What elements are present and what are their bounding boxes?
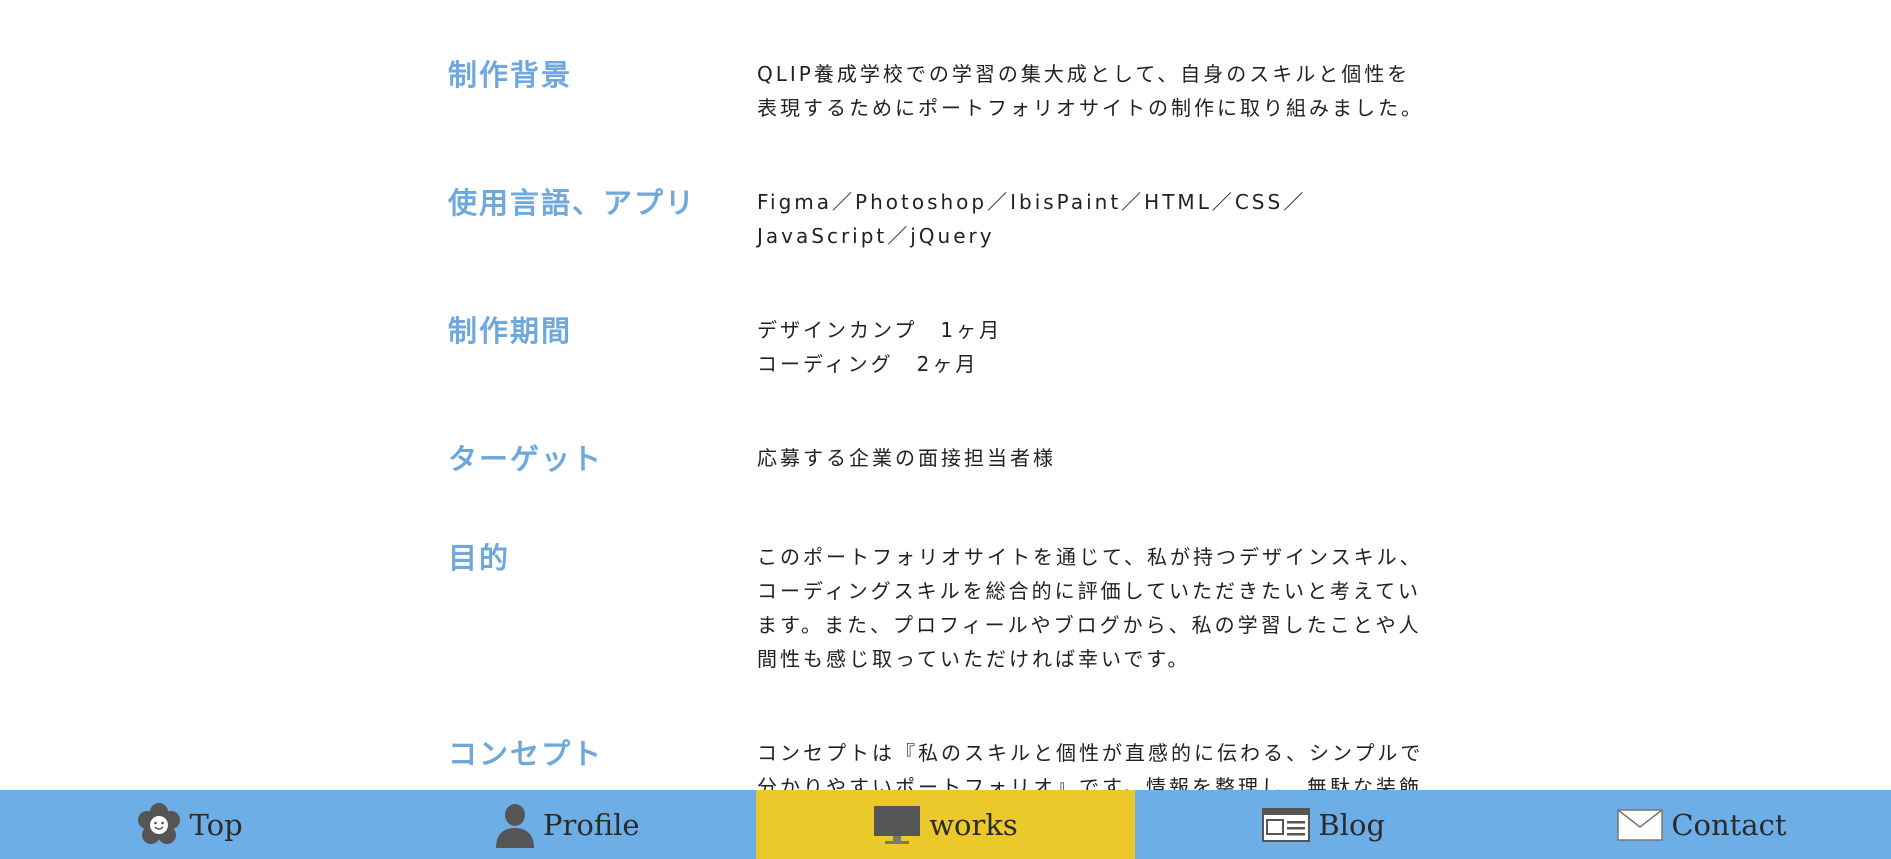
section-label: 制作期間 <box>448 314 573 348</box>
text-line: コーディングスキルを総合的に評価していただきたいと考えてい <box>757 579 1421 603</box>
bottom-navbar: Top Profile works Blog Contact <box>0 790 1891 859</box>
section-text: 応募する企業の面接担当者様 <box>757 441 1457 475</box>
section-label: 使用言語、アプリ <box>448 186 697 220</box>
text-line: JavaScript／jQuery <box>757 224 995 248</box>
section-text: デザインカンプ 1ヶ月 コーディング 2ヶ月 <box>757 313 1457 381</box>
newspaper-icon <box>1262 807 1311 842</box>
nav-item-contact[interactable]: Contact <box>1513 790 1891 859</box>
text-line: QLIP養成学校での学習の集大成として、自身のスキルと個性を <box>757 62 1411 86</box>
text-line: 分かりやすいポートフォリオ』です。情報を整理し、無駄な装飾 <box>757 775 1422 790</box>
text-line: 間性も感じ取っていただければ幸いです。 <box>757 647 1191 671</box>
section-text: QLIP養成学校での学習の集大成として、自身のスキルと個性を 表現するためにポー… <box>757 57 1457 125</box>
text-line: コンセプトは『私のスキルと個性が直感的に伝わる、シンプルで <box>757 741 1424 765</box>
section-text: Figma／Photoshop／IbisPaint／HTML／CSS／ Java… <box>757 185 1457 253</box>
section-text: このポートフォリオサイトを通じて、私が持つデザインスキル、 コーディングスキルを… <box>757 540 1457 676</box>
text-line: 表現するためにポートフォリオサイトの制作に取り組みました。 <box>757 96 1424 120</box>
section-label: 目的 <box>448 541 511 575</box>
text-line: コーディング 2ヶ月 <box>757 352 979 376</box>
text-line: Figma／Photoshop／IbisPaint／HTML／CSS／ <box>757 190 1307 214</box>
nav-label: Blog <box>1318 807 1386 842</box>
works-detail: 制作背景 QLIP養成学校での学習の集大成として、自身のスキルと個性を 表現する… <box>0 0 1891 790</box>
text-line: デザインカンプ 1ヶ月 <box>757 318 1003 342</box>
nav-label: Top <box>189 807 243 842</box>
nav-label: works <box>929 807 1018 842</box>
section-label: ターゲット <box>448 442 604 476</box>
section-label: 制作背景 <box>448 58 573 92</box>
nav-label: Profile <box>542 807 640 842</box>
person-icon <box>495 802 535 848</box>
envelope-icon <box>1617 808 1664 841</box>
text-line: このポートフォリオサイトを通じて、私が持つデザインスキル、 <box>757 545 1423 569</box>
section-text: コンセプトは『私のスキルと個性が直感的に伝わる、シンプルで 分かりやすいポートフ… <box>757 736 1457 790</box>
section-label: コンセプト <box>448 737 604 771</box>
text-line: 応募する企業の面接担当者様 <box>757 446 1056 470</box>
monitor-icon <box>873 805 921 845</box>
flower-icon <box>136 802 182 848</box>
text-line: ます。また、プロフィールやブログから、私の学習したことや人 <box>757 613 1422 637</box>
nav-label: Contact <box>1671 807 1787 842</box>
nav-item-profile[interactable]: Profile <box>378 790 756 859</box>
nav-item-works[interactable]: works <box>756 790 1135 859</box>
nav-item-top[interactable]: Top <box>0 790 378 859</box>
nav-item-blog[interactable]: Blog <box>1135 790 1513 859</box>
